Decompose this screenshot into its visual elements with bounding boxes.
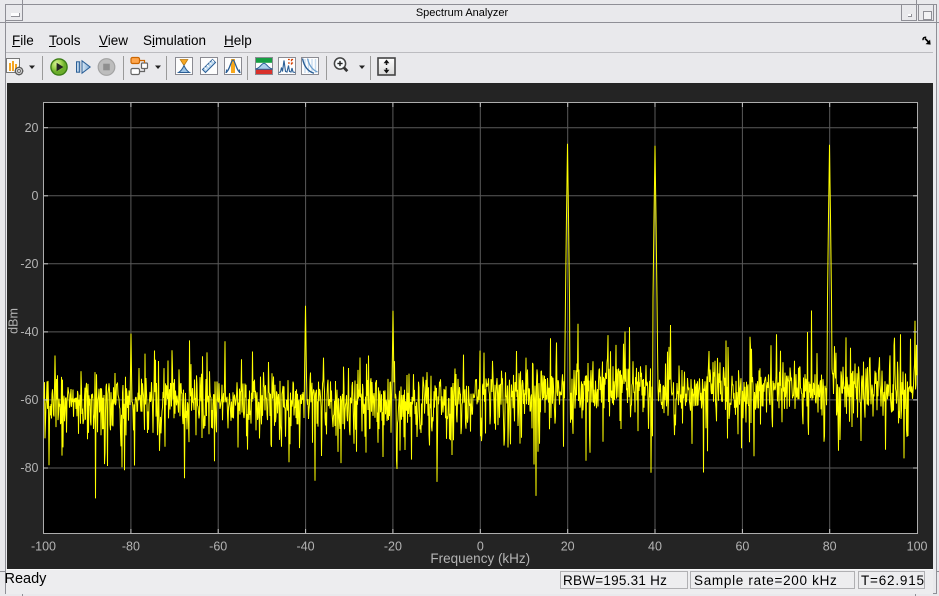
svg-text:-80: -80 xyxy=(20,461,38,475)
svg-text:-40: -40 xyxy=(297,540,315,554)
svg-text:-20: -20 xyxy=(20,257,38,271)
svg-text:-60: -60 xyxy=(20,393,38,407)
svg-text:-20: -20 xyxy=(384,540,402,554)
svg-text:-40: -40 xyxy=(20,325,38,339)
svg-text:dBm: dBm xyxy=(7,308,21,334)
svg-text:20: 20 xyxy=(561,540,575,554)
svg-text:60: 60 xyxy=(735,540,749,554)
svg-text:0: 0 xyxy=(32,189,39,203)
svg-text:80: 80 xyxy=(823,540,837,554)
svg-text:-60: -60 xyxy=(209,540,227,554)
svg-text:-80: -80 xyxy=(122,540,140,554)
svg-text:Frequency (kHz): Frequency (kHz) xyxy=(430,551,530,566)
svg-text:40: 40 xyxy=(648,540,662,554)
svg-text:100: 100 xyxy=(907,540,928,554)
svg-text:-100: -100 xyxy=(31,540,56,554)
svg-text:20: 20 xyxy=(25,121,39,135)
